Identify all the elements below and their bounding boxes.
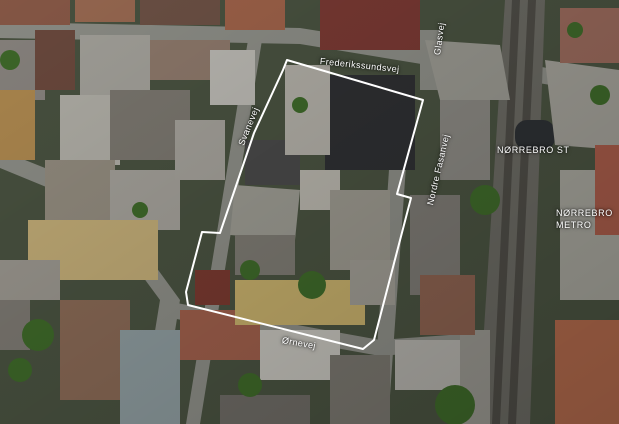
aerial-map: Frederikssundsvej Svanevej Nordre Fasanv…: [0, 0, 619, 424]
place-label-norrebro-metro: NØRREBRO METRO: [556, 208, 613, 230]
place-label-norrebro-st: NØRREBRO ST: [497, 145, 570, 155]
shading: [0, 0, 619, 424]
aerial-photo: [0, 0, 619, 424]
